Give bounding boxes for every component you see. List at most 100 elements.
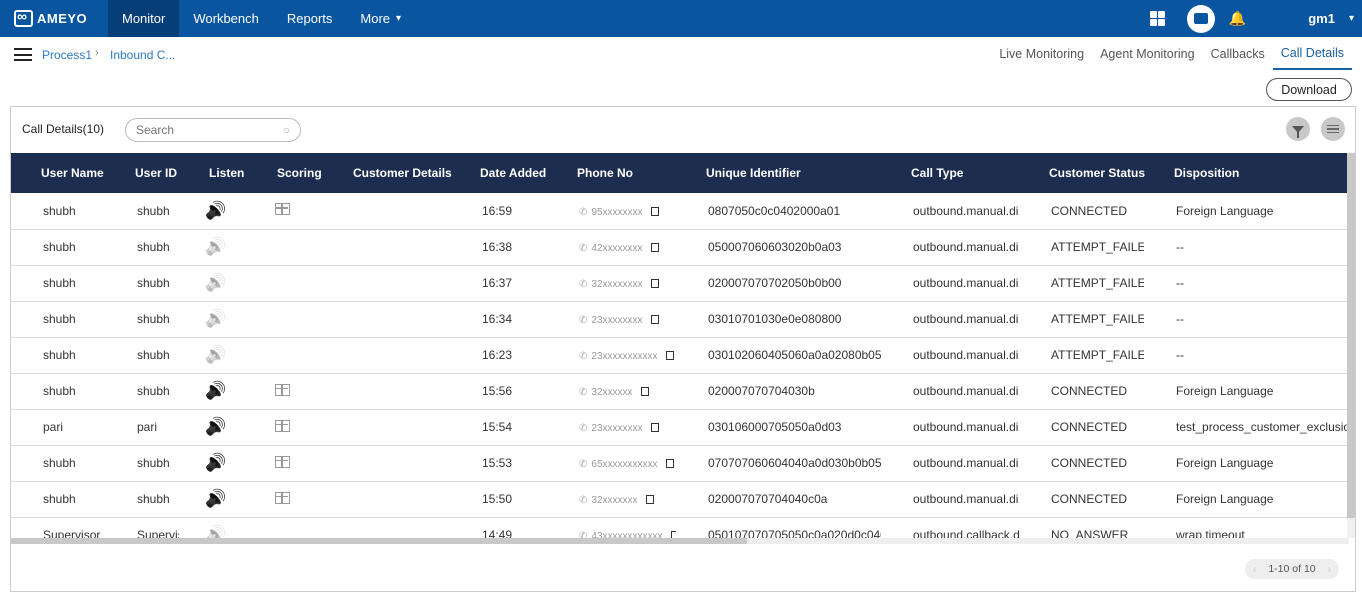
phone-cell: ✆ 32xxxxxxx xyxy=(547,481,676,518)
table-row[interactable]: shubh shubh 🔊 16:23 ✆ 23xxxxxxxxxxx 0301020604… xyxy=(11,337,1349,374)
copy-icon[interactable] xyxy=(645,495,654,505)
user-id-cell: shubh xyxy=(105,373,179,410)
column-header-scoring[interactable]: Scoring xyxy=(247,153,323,193)
column-header-user-id[interactable]: User ID xyxy=(105,153,179,193)
table-row[interactable]: pari pari 🔊 15:54 ✆ 23xxxxxxxx 030106000705050… xyxy=(11,409,1349,446)
speaker-icon: 🔊 xyxy=(205,345,227,364)
unique-identifier-cell: 020007070702050b0b00 xyxy=(676,265,881,302)
search-input[interactable] xyxy=(136,119,276,141)
chevron-down-icon[interactable]: ▾ xyxy=(1349,13,1354,24)
call-type-cell: outbound.manual.dial xyxy=(881,445,1019,482)
breadcrumb-campaign[interactable]: Inbound C... xyxy=(110,48,175,62)
scoring-cell xyxy=(247,445,323,482)
tab-agent-monitoring[interactable]: Agent Monitoring xyxy=(1092,37,1203,70)
scoring-cell xyxy=(247,229,323,266)
phone-number: 32xxxxxxx xyxy=(591,495,638,506)
hamburger-menu-icon[interactable] xyxy=(14,48,32,61)
column-header-customer-details[interactable]: Customer Details xyxy=(323,153,452,193)
search-icon[interactable]: ○ xyxy=(283,123,290,137)
column-header-call-type[interactable]: Call Type xyxy=(881,153,1019,193)
table-row[interactable]: shubh shubh 🔊 16:59 ✆ 95xxxxxxxx 0807050c0c040… xyxy=(11,193,1349,230)
chevron-down-icon: ▾ xyxy=(396,13,402,24)
user-id-cell: Supervisor xyxy=(105,517,179,538)
scoring-icon[interactable] xyxy=(275,491,290,504)
user-name-cell: shubh xyxy=(11,193,105,230)
table-row[interactable]: shubh shubh 🔊 15:53 ✆ 65xxxxxxxxxxx 0707070606… xyxy=(11,445,1349,482)
panel-title: Call Details(10) xyxy=(22,122,105,136)
table-row[interactable]: shubh shubh 🔊 15:50 ✆ 32xxxxxxx 02000707070404… xyxy=(11,481,1349,518)
nav-more[interactable]: More ▾ xyxy=(346,0,415,37)
bell-icon[interactable]: 🔔 xyxy=(1229,10,1246,27)
logo-text: AMEYO xyxy=(37,11,88,26)
speaker-icon[interactable]: 🔊 xyxy=(205,201,226,220)
breadcrumb-process[interactable]: Process1 xyxy=(42,48,92,62)
prev-page-icon[interactable]: ‹ xyxy=(1253,563,1257,575)
table-row[interactable]: shubh shubh 🔊 15:56 ✆ 32xxxxxx 020007070704030… xyxy=(11,373,1349,410)
nav-label: More xyxy=(360,11,391,26)
customer-status-cell: CONNECTED xyxy=(1019,373,1144,410)
apps-grid-icon[interactable] xyxy=(1149,11,1165,26)
scoring-icon[interactable] xyxy=(275,419,290,432)
table-row[interactable]: SupervisorSupervisor🔊14:49✆43xxxxxxxxxxx… xyxy=(11,517,1349,538)
customer-status-cell: CONNECTED xyxy=(1019,409,1144,446)
column-list-icon[interactable] xyxy=(1321,117,1345,141)
scoring-icon[interactable] xyxy=(275,455,290,468)
nav-label: Monitor xyxy=(122,11,166,26)
column-header-unique-identifier[interactable]: Unique Identifier xyxy=(676,153,881,193)
listen-cell: 🔊 xyxy=(179,265,247,302)
copy-icon[interactable] xyxy=(650,243,659,253)
copy-icon[interactable] xyxy=(665,459,674,469)
customer-details-cell xyxy=(323,301,450,338)
column-header-phone-no[interactable]: Phone No xyxy=(547,153,676,193)
phone-cell: ✆ 43xxxxxxxxxxxx xyxy=(547,517,676,538)
speaker-icon[interactable]: 🔊 xyxy=(205,381,226,400)
copy-icon[interactable] xyxy=(640,387,649,397)
ameyo-logo[interactable]: AMEYO xyxy=(0,0,108,37)
call-type-cell: outbound.manual.dial xyxy=(881,229,1019,266)
copy-icon[interactable] xyxy=(650,279,659,289)
copy-icon[interactable] xyxy=(650,207,659,217)
user-id-cell: shubh xyxy=(105,301,179,338)
column-header-user-name[interactable]: User Name xyxy=(11,153,105,193)
chat-icon[interactable] xyxy=(1186,4,1215,33)
user-name-cell: shubh xyxy=(11,229,105,266)
copy-icon[interactable] xyxy=(665,351,674,361)
date-added-cell: 15:56 xyxy=(450,373,547,410)
tab-callbacks[interactable]: Callbacks xyxy=(1203,37,1273,70)
copy-icon[interactable] xyxy=(670,531,676,538)
download-button[interactable]: Download xyxy=(1266,78,1352,101)
customer-status-cell: ATTEMPT_FAILED xyxy=(1019,337,1144,374)
speaker-icon[interactable]: 🔊 xyxy=(205,489,226,508)
breadcrumb-separator-icon: › xyxy=(95,47,99,59)
call-type-cell: outbound.callback.dial xyxy=(881,517,1019,538)
listen-cell: 🔊 xyxy=(179,301,247,338)
column-header-disposition[interactable]: Disposition xyxy=(1144,153,1349,193)
next-page-icon[interactable]: › xyxy=(1327,563,1331,575)
user-menu[interactable]: gm1 xyxy=(1308,11,1335,26)
listen-cell: 🔊 xyxy=(179,445,247,482)
scoring-icon[interactable] xyxy=(275,203,290,216)
vertical-scrollbar[interactable] xyxy=(1347,153,1355,538)
nav-monitor[interactable]: Monitor xyxy=(108,0,180,37)
scoring-icon[interactable] xyxy=(275,383,290,396)
nav-workbench[interactable]: Workbench xyxy=(179,0,273,37)
filter-icon[interactable] xyxy=(1286,117,1310,141)
table-row[interactable]: shubh shubh 🔊 16:38 ✆ 42xxxxxxxx 0500070606030… xyxy=(11,229,1349,266)
copy-icon[interactable] xyxy=(650,315,659,325)
table-row[interactable]: shubh shubh 🔊 16:34 ✆ 23xxxxxxxx 03010701030e0… xyxy=(11,301,1349,338)
horizontal-scrollbar[interactable] xyxy=(11,538,1349,544)
phone-icon: ✆ xyxy=(579,531,588,538)
column-header-customer-status[interactable]: Customer Status xyxy=(1019,153,1145,193)
copy-icon[interactable] xyxy=(650,423,659,433)
nav-reports[interactable]: Reports xyxy=(273,0,347,37)
tab-live-monitoring[interactable]: Live Monitoring xyxy=(991,37,1092,70)
phone-cell: ✆ 32xxxxxxxx xyxy=(547,265,676,302)
column-header-listen[interactable]: Listen xyxy=(179,153,247,193)
speaker-icon[interactable]: 🔊 xyxy=(205,417,226,436)
user-id-cell: shubh xyxy=(105,193,179,230)
column-header-date-added[interactable]: Date Added xyxy=(450,153,547,193)
table-row[interactable]: shubh shubh 🔊 16:37 ✆ 32xxxxxxxx 0200070707020… xyxy=(11,265,1349,302)
speaker-icon[interactable]: 🔊 xyxy=(205,453,226,472)
customer-details-cell xyxy=(323,409,450,446)
tab-call-details[interactable]: Call Details xyxy=(1272,37,1352,70)
